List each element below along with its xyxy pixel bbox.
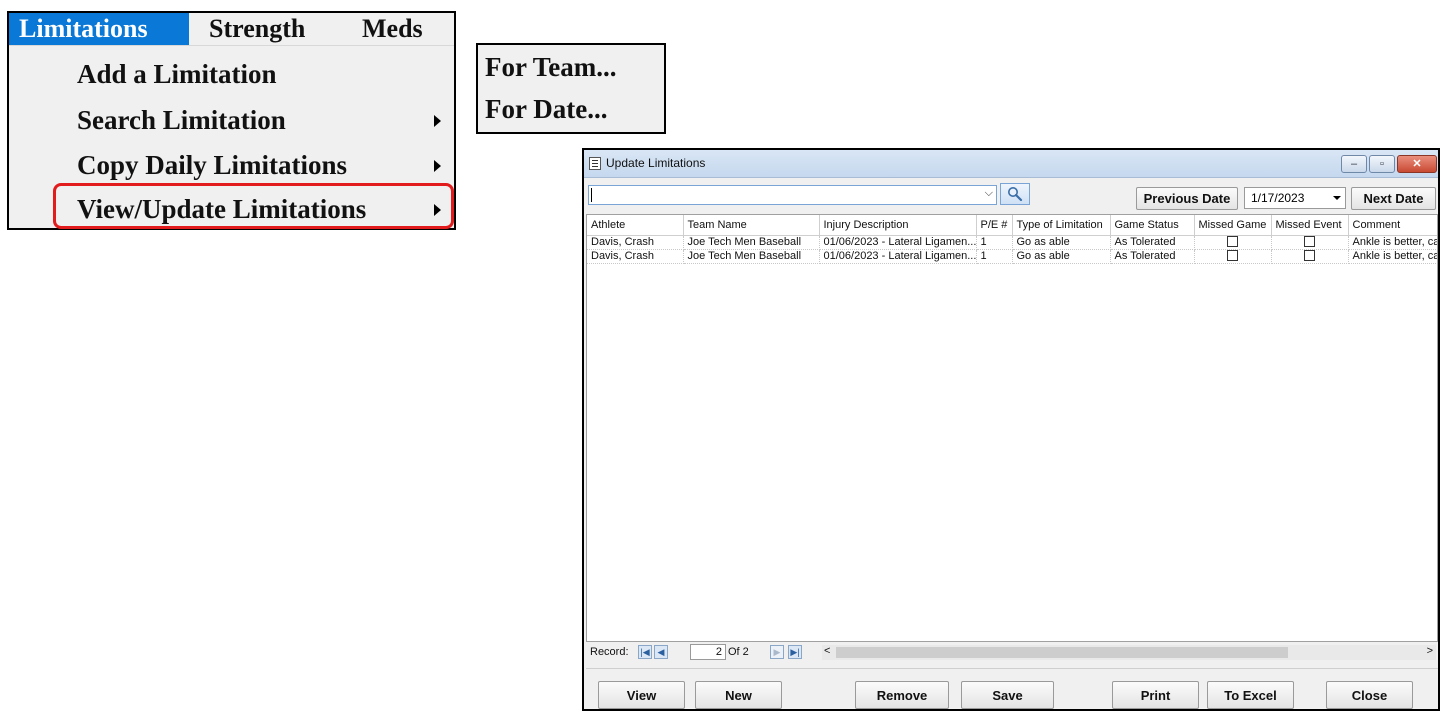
next-record-icon[interactable]: ▶	[770, 645, 784, 659]
menu-item-add-limitation[interactable]: Add a Limitation	[77, 55, 277, 93]
menu-item-search-limitation[interactable]: Search Limitation	[77, 101, 286, 139]
col-game-status[interactable]: Game Status	[1110, 215, 1195, 236]
menu-strength[interactable]: Strength	[209, 13, 305, 45]
first-record-icon[interactable]: |◀	[638, 645, 652, 659]
cell-missed-event	[1271, 235, 1349, 250]
title-bar: Update Limitations – ▫ ✕	[584, 150, 1438, 178]
submenu-item-for-team[interactable]: For Team...	[485, 49, 617, 85]
window-title: Update Limitations	[606, 156, 706, 170]
cell-athlete[interactable]: Davis, Crash	[587, 249, 684, 264]
close-icon[interactable]: ✕	[1397, 155, 1437, 173]
limitations-grid: Athlete Team Name Injury Description P/E…	[586, 214, 1438, 642]
search-icon	[1008, 187, 1023, 202]
record-number-input[interactable]: 2	[690, 644, 726, 660]
cell-athlete[interactable]: Davis, Crash	[587, 235, 684, 250]
record-count: Of 2	[728, 646, 749, 658]
previous-record-icon[interactable]: ◀	[654, 645, 668, 659]
cell-missed-game	[1194, 235, 1272, 250]
col-missed-event[interactable]: Missed Event	[1271, 215, 1349, 236]
table-row[interactable]: Davis, Crash Joe Tech Men Baseball 01/06…	[587, 249, 1437, 264]
save-button[interactable]: Save	[961, 681, 1054, 709]
submenu-item-for-date[interactable]: For Date...	[485, 91, 607, 127]
form-icon	[589, 157, 601, 170]
next-date-button[interactable]: Next Date	[1351, 187, 1436, 210]
chevron-down-icon[interactable]	[1333, 196, 1341, 200]
button-bar: View New Remove Save Print To Excel Clos…	[586, 668, 1438, 710]
scroll-left-icon[interactable]: <	[824, 645, 830, 657]
text-caret	[591, 188, 592, 202]
date-value: 1/17/2023	[1251, 191, 1305, 205]
horizontal-scrollbar[interactable]: < >	[822, 645, 1436, 660]
cell-missed-game	[1194, 249, 1272, 264]
cell-comment[interactable]: Ankle is better, ca	[1348, 249, 1437, 264]
scroll-thumb[interactable]	[836, 647, 1288, 658]
maximize-icon[interactable]: ▫	[1369, 155, 1395, 173]
menu-limitations[interactable]: Limitations	[9, 13, 189, 45]
submenu-arrow-icon	[434, 115, 441, 127]
cell-status[interactable]: As Tolerated	[1110, 235, 1195, 250]
to-excel-button[interactable]: To Excel	[1207, 681, 1294, 709]
scroll-right-icon[interactable]: >	[1427, 645, 1433, 657]
cell-comment[interactable]: Ankle is better, ca	[1348, 235, 1437, 250]
remove-button[interactable]: Remove	[855, 681, 949, 709]
menu-bar: Limitations Strength Meds	[9, 13, 454, 46]
cell-injury[interactable]: 01/06/2023 - Lateral Ligamen...	[819, 235, 977, 250]
highlight-box	[53, 183, 454, 229]
missed-event-checkbox[interactable]	[1304, 236, 1315, 248]
menu-item-copy-daily-limitations[interactable]: Copy Daily Limitations	[77, 146, 347, 184]
cell-status[interactable]: As Tolerated	[1110, 249, 1195, 264]
cell-missed-event	[1271, 249, 1349, 264]
limitations-menu: Limitations Strength Meds Add a Limitati…	[7, 11, 456, 230]
print-button[interactable]: Print	[1112, 681, 1199, 709]
chevron-down-icon[interactable]: ⌵	[985, 187, 993, 200]
table-header-row: Athlete Team Name Injury Description P/E…	[587, 215, 1437, 236]
cell-pe[interactable]: 1	[976, 249, 1013, 264]
close-button[interactable]: Close	[1326, 681, 1413, 709]
cell-injury[interactable]: 01/06/2023 - Lateral Ligamen...	[819, 249, 977, 264]
new-button[interactable]: New	[695, 681, 782, 709]
missed-game-checkbox[interactable]	[1227, 236, 1238, 248]
submenu-arrow-icon	[434, 160, 441, 172]
table-row[interactable]: Davis, Crash Joe Tech Men Baseball 01/06…	[587, 235, 1437, 250]
update-limitations-window: Update Limitations – ▫ ✕ ⌵ Previous Date…	[582, 148, 1440, 711]
cell-type[interactable]: Go as able	[1012, 235, 1111, 250]
view-button[interactable]: View	[598, 681, 685, 709]
limitations-table: Athlete Team Name Injury Description P/E…	[587, 215, 1437, 264]
col-injury-description[interactable]: Injury Description	[819, 215, 977, 236]
cell-pe[interactable]: 1	[976, 235, 1013, 250]
submenu-panel: For Team... For Date...	[476, 43, 666, 134]
col-type-of-limitation[interactable]: Type of Limitation	[1012, 215, 1111, 236]
col-athlete[interactable]: Athlete	[587, 215, 684, 236]
date-picker[interactable]: 1/17/2023	[1244, 187, 1346, 209]
missed-game-checkbox[interactable]	[1227, 250, 1238, 262]
cell-type[interactable]: Go as able	[1012, 249, 1111, 264]
previous-date-button[interactable]: Previous Date	[1136, 187, 1238, 210]
col-comment[interactable]: Comment	[1348, 215, 1437, 236]
record-navigator: Record: |◀ ◀ 2 Of 2 ▶ ▶| < >	[586, 644, 1438, 662]
cell-team[interactable]: Joe Tech Men Baseball	[683, 249, 820, 264]
search-button[interactable]	[1000, 183, 1030, 205]
menu-meds[interactable]: Meds	[362, 13, 423, 45]
col-missed-game[interactable]: Missed Game	[1194, 215, 1272, 236]
cell-team[interactable]: Joe Tech Men Baseball	[683, 235, 820, 250]
record-label: Record:	[590, 646, 629, 658]
athlete-search-combo[interactable]: ⌵	[588, 185, 997, 205]
col-team-name[interactable]: Team Name	[683, 215, 820, 236]
last-record-icon[interactable]: ▶|	[788, 645, 802, 659]
minimize-icon[interactable]: –	[1341, 155, 1367, 173]
col-pe-number[interactable]: P/E #	[976, 215, 1013, 236]
missed-event-checkbox[interactable]	[1304, 250, 1315, 262]
